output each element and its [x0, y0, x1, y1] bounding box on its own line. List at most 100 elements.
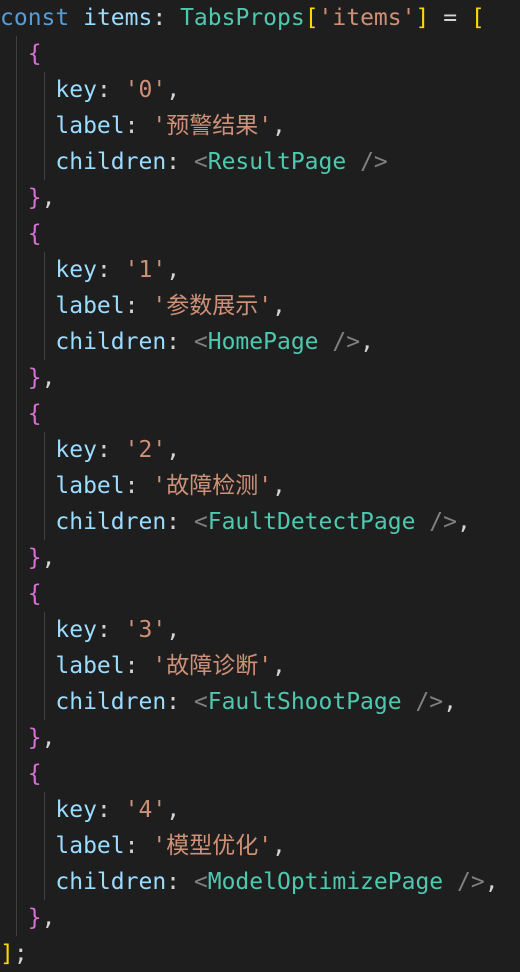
indent-guide: [16, 648, 17, 684]
code-token: 'items': [318, 5, 416, 31]
code-token: children: [55, 509, 167, 535]
code-token: :: [166, 689, 194, 715]
indent-guide: [16, 468, 17, 504]
code-token: '故障诊断': [152, 653, 273, 679]
code-token: '预警结果': [152, 113, 273, 139]
code-line: },: [0, 720, 520, 756]
code-token: ,: [41, 185, 56, 211]
indent-guide: [44, 792, 45, 828]
code-token: :: [166, 509, 194, 535]
code-token: label: [55, 293, 125, 319]
code-line: label: '故障检测',: [0, 468, 520, 504]
code-token: :: [124, 833, 153, 859]
code-token: children: [55, 869, 167, 895]
code-line: {: [0, 756, 520, 792]
code-token: {: [27, 761, 42, 787]
code-line: children: <HomePage />,: [0, 324, 520, 360]
code-token: ,: [41, 725, 56, 751]
code-token: HomePage: [207, 329, 319, 355]
code-token: {: [27, 41, 42, 67]
code-line: label: '故障诊断',: [0, 648, 520, 684]
code-token: :: [96, 257, 125, 283]
code-line: key: '4',: [0, 792, 520, 828]
code-line: label: '参数展示',: [0, 288, 520, 324]
indent-guide: [16, 432, 17, 468]
code-line: {: [0, 216, 520, 252]
code-token: ,: [166, 617, 181, 643]
code-token: :: [96, 77, 125, 103]
code-token: [: [470, 5, 485, 31]
code-token: :: [152, 5, 181, 31]
code-token: :: [166, 149, 194, 175]
code-token: items: [83, 5, 153, 31]
code-token: ,: [457, 509, 471, 535]
indent-guide: [16, 252, 17, 288]
code-token: '故障检测': [152, 473, 273, 499]
code-token: children: [55, 689, 167, 715]
code-token: }: [27, 905, 42, 931]
code-token: label: [55, 833, 125, 859]
indent-guide: [44, 468, 45, 504]
code-token: key: [55, 437, 97, 463]
indent-guide: [16, 216, 17, 252]
code-line: key: '3',: [0, 612, 520, 648]
code-token: '模型优化': [152, 833, 273, 859]
indent-guide: [44, 72, 45, 108]
code-line: const items: TabsProps['items'] = [: [0, 0, 520, 36]
code-token: }: [27, 545, 42, 571]
code-line: key: '1',: [0, 252, 520, 288]
code-token: ModelOptimizePage: [207, 869, 444, 895]
indent-guide: [16, 576, 17, 612]
code-token: :: [166, 329, 194, 355]
code-token: ,: [272, 113, 286, 139]
indent-guide: [16, 360, 17, 396]
indent-guide: [16, 900, 17, 936]
code-token: TabsProps: [180, 5, 305, 31]
indent-guide: [44, 612, 45, 648]
indent-guide: [16, 36, 17, 72]
code-token: ,: [41, 365, 56, 391]
code-token: children: [55, 329, 167, 355]
code-token: ,: [272, 293, 286, 319]
code-token: ;: [13, 941, 28, 967]
indent-guide: [16, 396, 17, 432]
code-token: {: [27, 221, 42, 247]
code-token: />: [318, 329, 361, 355]
code-line: children: <ModelOptimizePage />,: [0, 864, 520, 900]
code-token: />: [401, 689, 444, 715]
code-editor[interactable]: const items: TabsProps['items'] = [ { ke…: [0, 0, 520, 972]
code-token: label: [55, 113, 125, 139]
code-token: ]: [415, 5, 430, 31]
code-token: <: [193, 869, 208, 895]
code-token: =: [429, 5, 471, 31]
code-token: :: [124, 653, 153, 679]
code-token: }: [27, 365, 42, 391]
indent-guide: [44, 504, 45, 540]
indent-guide: [44, 648, 45, 684]
indent-guide: [16, 72, 17, 108]
code-token: key: [55, 77, 97, 103]
code-token: }: [27, 725, 42, 751]
indent-guide: [44, 432, 45, 468]
code-line: },: [0, 360, 520, 396]
indent-guide: [44, 684, 45, 720]
indent-guide: [44, 324, 45, 360]
indent-guide: [16, 144, 17, 180]
code-token: ,: [41, 905, 56, 931]
code-line: label: '预警结果',: [0, 108, 520, 144]
code-token: key: [55, 617, 97, 643]
code-line: key: '0',: [0, 72, 520, 108]
code-token: <: [193, 149, 208, 175]
code-token: }: [27, 185, 42, 211]
code-line: ];: [0, 936, 520, 972]
code-token: ,: [166, 77, 181, 103]
code-line: children: <ResultPage />: [0, 144, 520, 180]
